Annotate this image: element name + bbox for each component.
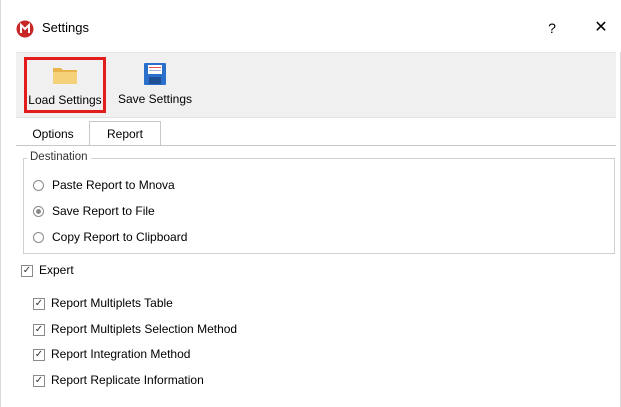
- checkbox-report-integration-method[interactable]: ✓ Report Integration Method: [33, 345, 190, 363]
- floppy-disk-icon: [144, 63, 166, 85]
- help-button[interactable]: ?: [541, 17, 563, 39]
- title-bar: Settings ? ✕: [1, 0, 621, 52]
- checkbox-label: Report Integration Method: [51, 347, 191, 361]
- close-button[interactable]: ✕: [590, 17, 612, 39]
- checkbox-report-replicate-information[interactable]: ✓ Report Replicate Information: [33, 371, 204, 389]
- window-title: Settings: [42, 20, 89, 35]
- checkbox-expert[interactable]: ✓ Expert: [21, 261, 74, 279]
- save-settings-button[interactable]: Save Settings: [114, 57, 196, 113]
- radio-label: Paste Report to Mnova: [52, 178, 175, 192]
- radio-label: Save Report to File: [52, 204, 155, 218]
- destination-group-title: Destination: [27, 151, 91, 163]
- radio-button[interactable]: [33, 180, 44, 192]
- checkbox-label: Expert: [39, 263, 74, 277]
- mnova-app-icon: [16, 20, 34, 38]
- tab-bar: Options Report: [16, 121, 616, 147]
- checkbox[interactable]: ✓: [33, 297, 45, 310]
- load-settings-label: Load Settings: [28, 93, 102, 107]
- checkbox[interactable]: ✓: [21, 264, 33, 277]
- settings-dialog: Settings ? ✕ Load Settings Save Settings…: [0, 0, 621, 407]
- checkbox-report-multiplets-table[interactable]: ✓ Report Multiplets Table: [33, 294, 173, 312]
- checkbox-label: Report Multiplets Selection Method: [51, 322, 238, 336]
- save-settings-label: Save Settings: [117, 92, 193, 106]
- tab-report[interactable]: Report: [89, 121, 161, 146]
- radio-paste-report-to-mnova[interactable]: Paste Report to Mnova: [33, 176, 175, 194]
- checkbox[interactable]: ✓: [33, 323, 45, 336]
- toolbar: Load Settings Save Settings: [16, 52, 616, 118]
- radio-button[interactable]: [33, 206, 44, 218]
- checkbox-label: Report Multiplets Table: [51, 296, 173, 310]
- radio-save-report-to-file[interactable]: Save Report to File: [33, 202, 155, 220]
- tab-options[interactable]: Options: [22, 123, 84, 145]
- load-settings-button[interactable]: Load Settings: [24, 57, 106, 113]
- checkbox-label: Report Replicate Information: [51, 373, 204, 387]
- radio-button[interactable]: [33, 232, 44, 244]
- radio-label: Copy Report to Clipboard: [52, 230, 188, 244]
- tab-panel-divider: [16, 145, 616, 146]
- checkbox[interactable]: ✓: [33, 374, 45, 387]
- radio-copy-report-to-clipboard[interactable]: Copy Report to Clipboard: [33, 228, 187, 246]
- checkbox[interactable]: ✓: [33, 348, 45, 361]
- checkbox-report-multiplets-selection-method[interactable]: ✓ Report Multiplets Selection Method: [33, 320, 237, 338]
- folder-icon: [53, 68, 77, 84]
